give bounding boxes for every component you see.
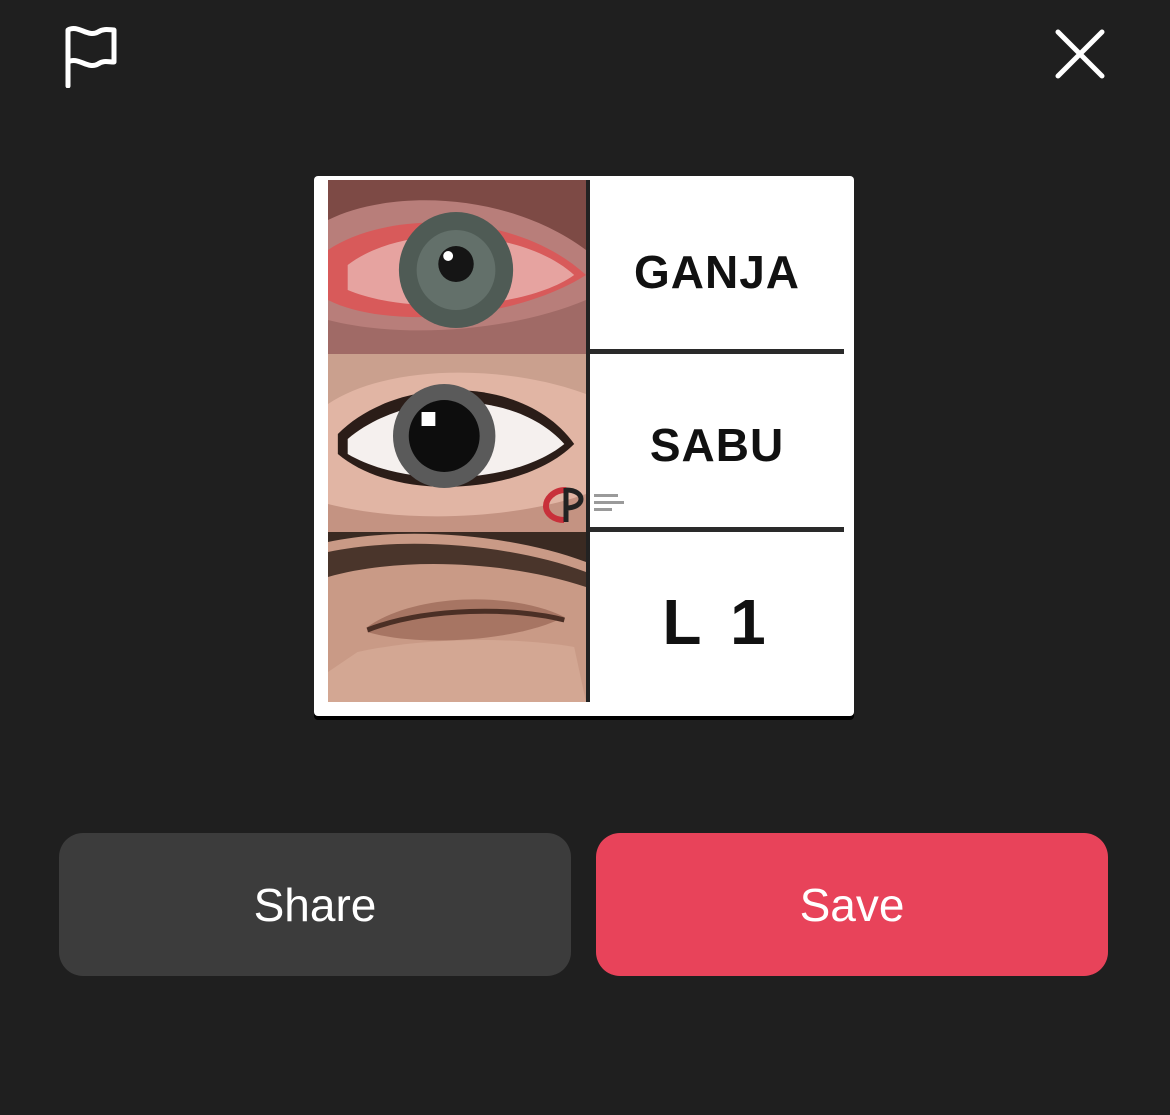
meme-image-preview: GANJA SABU L 1	[314, 176, 854, 716]
save-button-label: Save	[799, 878, 905, 931]
flag-icon	[65, 26, 117, 88]
report-button[interactable]	[52, 18, 128, 94]
close-icon	[1055, 29, 1105, 79]
label-ganja: GANJA	[633, 245, 801, 298]
share-button[interactable]: Share	[59, 833, 571, 976]
drowsy-eye-photo	[328, 532, 590, 702]
share-button-label: Share	[253, 878, 377, 931]
row-label-1: GANJA	[590, 180, 844, 354]
label-sabu: SABU	[649, 418, 785, 471]
label-l1: L 1	[662, 586, 772, 658]
save-button[interactable]: Save	[596, 833, 1108, 976]
close-button[interactable]	[1040, 14, 1120, 94]
watermark-logo	[542, 487, 624, 523]
red-eye-photo	[328, 180, 590, 354]
row-label-3: L 1	[590, 532, 844, 702]
